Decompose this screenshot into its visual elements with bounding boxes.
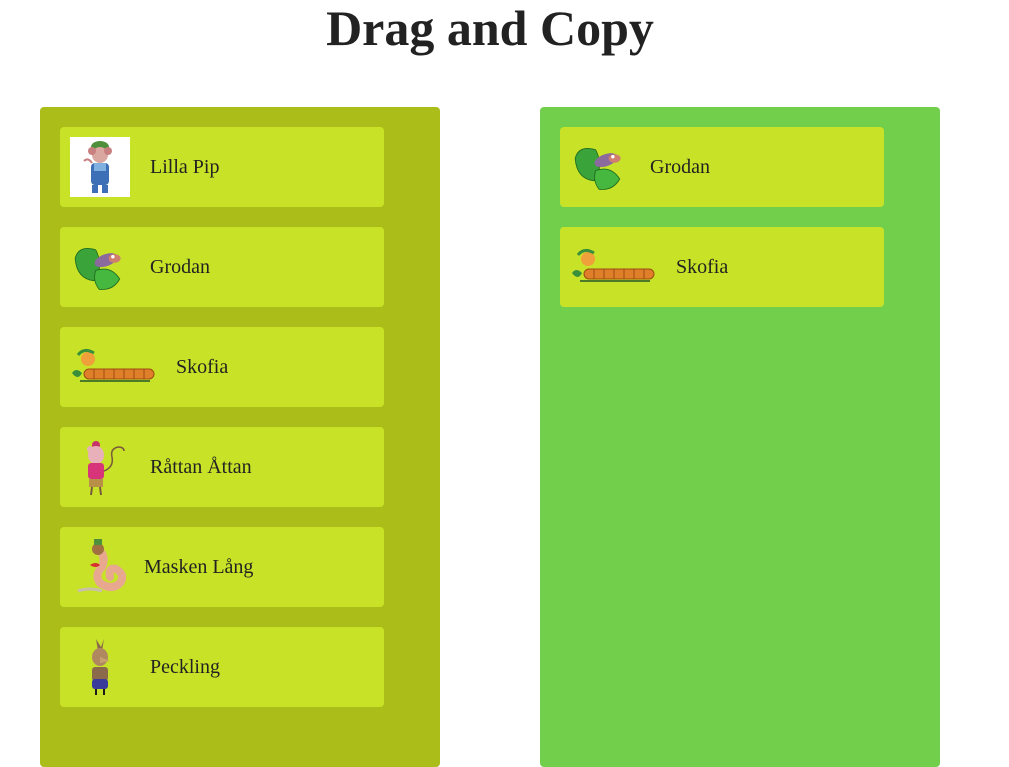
list-item[interactable]: Skofia (60, 327, 384, 407)
list-item-label: Grodan (150, 255, 210, 278)
target-list-panel[interactable]: Grodan Skofia (540, 107, 940, 767)
list-item[interactable]: Skofia (560, 227, 884, 307)
frog-on-leaf-icon (570, 137, 630, 197)
list-item[interactable]: Grodan (560, 127, 884, 207)
list-item-label: Skofia (676, 255, 729, 278)
mouse-character-icon (70, 137, 130, 197)
list-item-label: Skofia (176, 355, 229, 378)
list-item[interactable]: Peckling (60, 627, 384, 707)
caterpillar-icon (570, 237, 656, 297)
list-item-label: Råttan Åttan (150, 455, 252, 478)
list-item-label: Masken Lång (144, 555, 254, 578)
list-item[interactable]: Lilla Pip (60, 127, 384, 207)
list-item-label: Lilla Pip (150, 155, 220, 178)
list-item-label: Grodan (650, 155, 710, 178)
page-title: Drag and Copy (326, 0, 654, 56)
worm-character-icon (72, 537, 126, 597)
list-item[interactable]: Masken Lång (60, 527, 384, 607)
caterpillar-icon (70, 337, 156, 397)
list-item[interactable]: Grodan (60, 227, 384, 307)
bird-character-icon (70, 637, 130, 697)
list-item[interactable]: Råttan Åttan (60, 427, 384, 507)
source-list-panel[interactable]: Lilla Pip Grodan Skofia Råttan Åttan Mas… (40, 107, 440, 767)
list-item-label: Peckling (150, 655, 220, 678)
frog-on-leaf-icon (70, 237, 130, 297)
rat-character-icon (70, 437, 130, 497)
